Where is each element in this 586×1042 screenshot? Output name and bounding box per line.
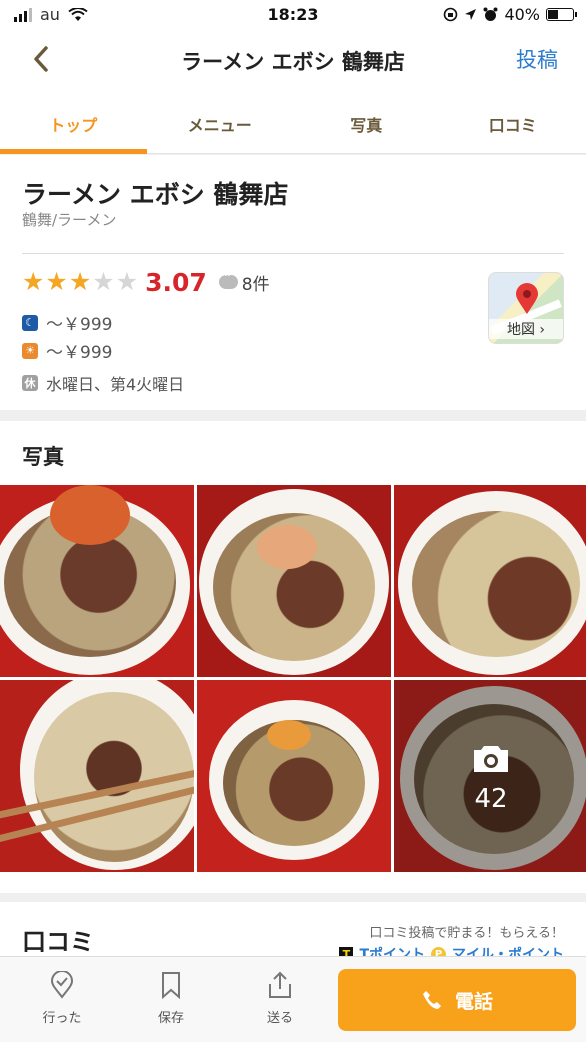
photos-section: 写真 42 xyxy=(0,421,586,893)
comment-icon xyxy=(218,269,238,289)
photo-thumbnail-2[interactable] xyxy=(197,485,391,677)
tab-menu[interactable]: メニュー xyxy=(147,90,294,153)
rating-stars: ★ ★ ★ ★ ★ xyxy=(22,267,139,297)
photo-thumbnail-5[interactable] xyxy=(197,680,391,872)
shop-info-card: ラーメン エボシ 鶴舞店 鶴舞/ラーメン ★★★★★ 3.07 8件 ☾ ～￥9… xyxy=(0,155,586,410)
photo-thumbnail-1[interactable] xyxy=(0,485,194,677)
phone-icon xyxy=(422,991,441,1009)
send-button[interactable]: 送る xyxy=(240,971,320,1026)
photo-thumbnail-4[interactable] xyxy=(0,680,194,872)
star-icon: ★ xyxy=(68,267,92,296)
photo-thumbnail-6[interactable]: 42 xyxy=(394,680,586,872)
tab-photos[interactable]: 写真 xyxy=(293,90,440,153)
call-label: 電話 xyxy=(454,990,493,1013)
chevron-left-icon xyxy=(34,46,48,72)
battery-icon xyxy=(546,8,577,21)
divider xyxy=(22,253,564,254)
save-label: 保存 xyxy=(157,1011,184,1026)
closed-days: 水曜日、第4火曜日 xyxy=(46,375,185,394)
lunch-price-row: ☀ ～￥999 xyxy=(22,338,112,363)
tab-top[interactable]: トップ xyxy=(0,90,147,154)
back-button[interactable] xyxy=(26,42,60,76)
holiday-icon: 休 xyxy=(22,375,38,391)
star-icon: ★ xyxy=(22,267,45,296)
dinner-price: ～￥999 xyxy=(46,315,113,335)
sun-icon: ☀ xyxy=(22,342,38,359)
post-button[interactable]: 投稿 xyxy=(516,44,558,74)
map-button[interactable]: 地図 › xyxy=(488,272,564,344)
dinner-price-row: ☾ ～￥999 xyxy=(22,310,112,335)
send-label: 送る xyxy=(266,1011,293,1026)
review-count[interactable]: 8件 xyxy=(218,269,270,295)
call-button[interactable]: 電話 xyxy=(338,969,576,1031)
photo-grid: 42 xyxy=(0,485,586,872)
closed-days-row: 休 水曜日、第4火曜日 xyxy=(22,371,184,395)
camera-icon xyxy=(474,746,508,772)
map-label: 地図 › xyxy=(489,319,563,339)
alarm-icon xyxy=(483,7,498,21)
save-button[interactable]: 保存 xyxy=(131,971,211,1026)
reviews-title: 口コミ xyxy=(22,928,94,956)
rating-score: 3.07 xyxy=(145,267,207,297)
star-icon: ★ xyxy=(45,267,68,296)
shop-name: ラーメン エボシ 鶴舞店 xyxy=(22,180,289,209)
photo-thumbnail-3[interactable] xyxy=(394,485,586,677)
star-icon: ★ xyxy=(92,267,115,296)
check-pin-icon xyxy=(50,970,74,999)
shop-genre: 鶴舞/ラーメン xyxy=(22,211,117,229)
nav-bar: ラーメン エボシ 鶴舞店 投稿 xyxy=(0,30,586,90)
bottom-action-bar: 行った 保存 送る 電話 xyxy=(0,956,586,1042)
promo-text: 口コミ投稿で貯まる！もらえる！ xyxy=(369,926,564,941)
more-photos-count: 42 xyxy=(474,784,508,814)
share-icon xyxy=(269,971,291,998)
rotation-lock-icon xyxy=(444,7,458,22)
went-button[interactable]: 行った xyxy=(22,970,102,1026)
rating-row[interactable]: ★★★★★ 3.07 8件 xyxy=(22,267,270,297)
went-label: 行った xyxy=(42,1011,82,1026)
tab-bar: トップ メニュー 写真 口コミ xyxy=(0,90,586,154)
tab-reviews[interactable]: 口コミ xyxy=(440,90,586,153)
moon-icon: ☾ xyxy=(22,314,38,331)
review-count-label: 8件 xyxy=(241,274,270,295)
star-icon: ★ xyxy=(115,267,139,296)
bookmark-icon xyxy=(162,972,180,1000)
lunch-price: ～￥999 xyxy=(46,343,113,363)
photos-title: 写真 xyxy=(22,445,64,469)
nav-title: ラーメン エボシ 鶴舞店 xyxy=(181,50,405,74)
status-bar: au 18:23 40% xyxy=(0,0,586,30)
location-icon xyxy=(465,9,477,20)
battery-percent: 40% xyxy=(504,5,540,24)
map-pin-icon xyxy=(516,283,538,314)
status-right: 40% xyxy=(443,5,577,24)
